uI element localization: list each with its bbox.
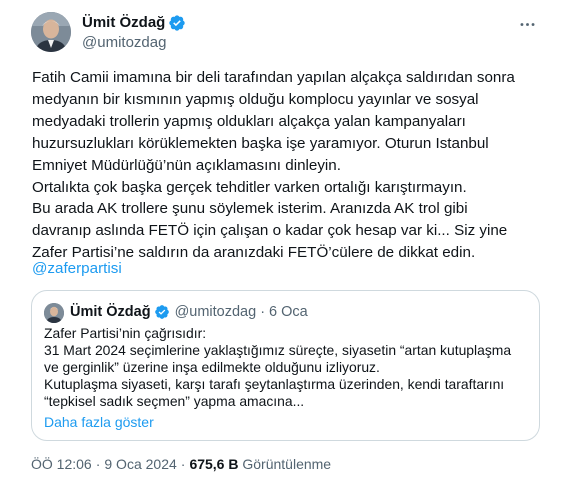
tweet-text-line: medyanın bir kısmının yapmış olduğu komp… bbox=[32, 90, 479, 108]
quoted-text: Zafer Partisi’nin çağrısıdır: 31 Mart 20… bbox=[44, 325, 534, 410]
views-label: Görüntülenme bbox=[242, 456, 332, 472]
quoted-text-line: Zafer Partisi’nin çağrısıdır: bbox=[44, 325, 207, 341]
views-count: 675,6 B bbox=[189, 456, 239, 472]
quoted-display-name: Ümit Özdağ bbox=[70, 304, 151, 320]
tweet-text-line: Bu arada AK trollere şunu söylemek ister… bbox=[32, 200, 468, 218]
quoted-text-line: Kutuplaşma siyaseti, karşı tarafı şeytan… bbox=[44, 376, 505, 393]
verified-badge-icon bbox=[169, 15, 186, 31]
quoted-text-line: “tepkisel sadık seçmen” yapma amacına... bbox=[44, 393, 305, 410]
tweet-text-line: Fatih Camii imamına bir deli tarafından … bbox=[32, 69, 515, 86]
meta-separator: · bbox=[180, 456, 186, 472]
more-options-button[interactable] bbox=[517, 14, 537, 34]
quoted-header: Ümit Özdağ @umitozdag · 6 Oca bbox=[70, 302, 308, 322]
avatar[interactable] bbox=[31, 12, 71, 52]
tweet-date[interactable]: 9 Oca 2024 bbox=[104, 456, 176, 472]
quoted-text-line: 31 Mart 2024 seçimlerine yaklaştığımız s… bbox=[44, 342, 512, 359]
tweet-text-line: Emniyet Müdürlüğü’nün açıklamasını dinle… bbox=[32, 156, 341, 174]
quoted-handle: @umitozdag bbox=[174, 304, 257, 320]
author-display-name[interactable]: Ümit Özdağ bbox=[82, 13, 165, 33]
verified-badge-icon bbox=[154, 305, 169, 319]
quoted-date: 6 Oca bbox=[269, 304, 308, 320]
tweet-text-line: davranıp aslında FETÖ için çalışan o kad… bbox=[32, 222, 508, 240]
quoted-text-line: ve gerginlik” üzerine inşa edilmekte old… bbox=[44, 359, 380, 376]
avatar-photo-icon bbox=[44, 303, 64, 323]
tweet-text-line: huzursuzlukları körüklemekten başka işe … bbox=[32, 134, 489, 152]
tweet-text-line: Ortalıkta çok başka gerçek tehditler var… bbox=[32, 178, 467, 196]
quoted-avatar bbox=[44, 303, 64, 323]
tweet-time[interactable]: ÖÖ 12:06 bbox=[31, 456, 92, 472]
meta-separator: · bbox=[95, 456, 101, 472]
author-name-row[interactable]: Ümit Özdağ bbox=[82, 13, 186, 33]
avatar-photo-icon bbox=[31, 12, 71, 52]
mention-link[interactable]: @zaferpartisi bbox=[32, 258, 122, 280]
tweet-meta: ÖÖ 12:06 · 9 Oca 2024 · 675,6 B Görüntülenme bbox=[31, 455, 331, 473]
quoted-tweet[interactable]: Ümit Özdağ @umitozdag · 6 Oca Zafer Part… bbox=[31, 290, 540, 441]
quoted-separator: · bbox=[260, 304, 266, 320]
show-more-link[interactable]: Daha fazla göster bbox=[44, 413, 154, 431]
tweet-text: Fatih Camii imamına bir deli tarafından … bbox=[32, 67, 542, 264]
author-handle[interactable]: @umitozdag bbox=[82, 33, 166, 53]
more-options-icon bbox=[520, 22, 534, 26]
tweet-text-line: medyadaki trollerin yapmış oldukları alç… bbox=[32, 112, 466, 130]
